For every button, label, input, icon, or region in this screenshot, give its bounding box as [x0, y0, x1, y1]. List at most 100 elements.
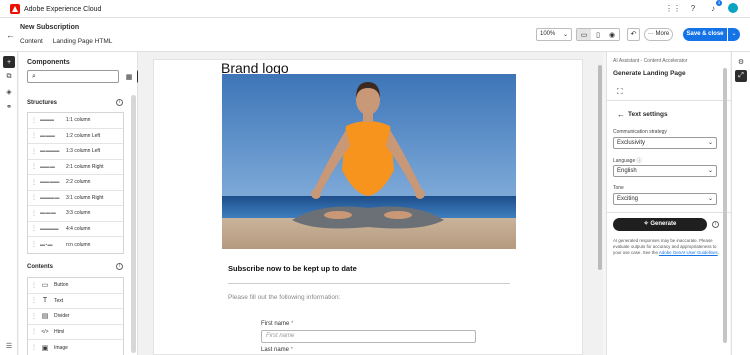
content-item-html[interactable]: ⋮ </> Html: [28, 325, 123, 340]
structure-label: 1:2 column Left: [66, 132, 101, 139]
zoom-select[interactable]: 100% ⌄: [536, 28, 572, 41]
genai-guidelines-link[interactable]: Adobe GenAI User Guidelines: [659, 250, 718, 255]
undo-button[interactable]: ↶: [627, 28, 640, 41]
components-scrollbar[interactable]: [131, 95, 136, 353]
first-name-field[interactable]: First name: [261, 330, 476, 343]
canvas-scrollbar[interactable]: [598, 65, 602, 270]
structure-item[interactable]: ⋮ ▬▬ ▬ 2:1 column Right: [28, 160, 123, 175]
drag-handle-icon[interactable]: ⋮: [31, 210, 37, 217]
language-label: Language ⓘ: [613, 157, 642, 164]
disclaimer-text: AI generated responses may be inaccurate…: [613, 238, 725, 256]
drag-handle-icon[interactable]: ⋮: [31, 117, 37, 124]
content-item-button[interactable]: ⋮ ▭ Button: [28, 278, 123, 294]
components-title: Components: [27, 59, 70, 66]
column-layout-icon: ▬ ▬▬: [40, 132, 55, 139]
drag-handle-icon[interactable]: ⋮: [31, 132, 37, 139]
settings-sliders-icon[interactable]: ⚙: [735, 56, 747, 68]
structures-list: ⋮ ▬▬▬ 1:1 column ⋮ ▬ ▬▬ 1:2 column Left ⋮ ▬ ▬…: [27, 112, 124, 254]
apps-grid-icon[interactable]: ⋮⋮: [665, 3, 681, 13]
layers-icon[interactable]: ◈: [3, 86, 15, 98]
divider: [607, 100, 731, 101]
structure-item[interactable]: ⋮ ▬ ▬▬▬ 1:3 column Left: [28, 144, 123, 160]
brand-name: Adobe Experience Cloud: [24, 5, 102, 13]
notifications-icon[interactable]: ♪ 3: [708, 0, 722, 13]
generate-label: Generate: [650, 221, 677, 227]
breadcrumb-landing-page[interactable]: Landing Page HTML: [53, 38, 113, 45]
language-select[interactable]: English ⌄: [613, 165, 717, 177]
undo-icon: ↶: [630, 31, 637, 38]
info-icon[interactable]: i: [116, 263, 123, 270]
content-label: Image: [54, 344, 68, 351]
image-icon: ▣: [41, 344, 49, 352]
ai-assistant-icon[interactable]: ⤢: [735, 70, 747, 82]
add-components-icon[interactable]: +: [3, 56, 15, 68]
first-name-label: First name *: [261, 321, 293, 327]
drag-handle-icon[interactable]: ⋮: [31, 179, 37, 186]
hero-image[interactable]: [222, 74, 516, 249]
info-icon[interactable]: i: [116, 99, 123, 106]
content-item-image[interactable]: ⋮ ▣ Image: [28, 340, 123, 355]
column-layout-icon: ▬ ▪ ▬: [40, 241, 53, 248]
mobile-view-icon[interactable]: ▯: [591, 29, 605, 40]
breadcrumb-content[interactable]: Content: [20, 38, 43, 45]
drag-handle-icon[interactable]: ⋮: [31, 297, 37, 304]
drag-handle-icon[interactable]: ⋮: [31, 313, 37, 320]
strategy-select[interactable]: Exclusivity ⌄: [613, 137, 717, 149]
content-label: Html: [54, 328, 65, 335]
drag-handle-icon[interactable]: ⋮: [31, 344, 37, 351]
info-icon[interactable]: i: [712, 221, 719, 228]
navigation-tree-icon[interactable]: ☰: [3, 340, 15, 352]
drag-handle-icon[interactable]: ⋮: [31, 241, 37, 248]
subscribe-heading[interactable]: Subscribe now to be kept up to date: [228, 264, 357, 273]
link-icon[interactable]: ⚭: [3, 101, 15, 113]
drag-handle-icon[interactable]: ⋮: [31, 163, 37, 170]
column-layout-icon: ▬▬▬: [40, 117, 54, 124]
content-label: Text: [54, 297, 64, 304]
generate-button[interactable]: ✧ Generate: [613, 218, 707, 231]
last-name-label: Last name *: [261, 347, 293, 353]
structure-item[interactable]: ⋮ ▬ ▬▬ 1:2 column Left: [28, 129, 123, 144]
drag-handle-icon[interactable]: ⋮: [31, 225, 37, 232]
components-search-input[interactable]: ⌕: [27, 70, 119, 83]
save-close-button[interactable]: Save & close: [683, 28, 727, 41]
drag-handle-icon[interactable]: ⋮: [31, 328, 37, 335]
structure-item[interactable]: ⋮ ▬ ▬ ▬ 3:3 column: [28, 206, 123, 222]
grid-view-icon[interactable]: ▦: [123, 70, 135, 83]
more-button[interactable]: ··· More: [644, 28, 673, 41]
info-icon[interactable]: ⓘ: [637, 158, 642, 164]
help-icon[interactable]: ?: [688, 3, 698, 13]
desktop-view-icon[interactable]: ▭: [577, 29, 591, 40]
avatar[interactable]: [728, 3, 738, 13]
drag-handle-icon[interactable]: ⋮: [31, 282, 37, 289]
column-layout-icon: ▬▬ ▬: [40, 163, 55, 170]
content-label: Button: [54, 282, 69, 289]
drag-handle-icon[interactable]: ⋮: [31, 194, 37, 201]
global-top-bar: Adobe Experience Cloud ⋮⋮ ? ♪ 3: [0, 0, 750, 18]
drag-handle-icon[interactable]: ⋮: [31, 148, 37, 155]
fullscreen-icon[interactable]: ⛶: [617, 87, 623, 97]
content-item-divider[interactable]: ⋮ ▤ Divider: [28, 309, 123, 325]
landing-page-preview: Brand logo Subscribe now to be kept up t…: [153, 59, 583, 355]
save-options-chevron-icon[interactable]: ⌄: [728, 28, 740, 41]
tone-select[interactable]: Exciting ⌄: [613, 193, 717, 205]
structure-item[interactable]: ⋮ ▬ ▪ ▬ n:n column: [28, 237, 123, 253]
fill-info-text[interactable]: Please fill out the following informatio…: [228, 294, 340, 301]
structure-item[interactable]: ⋮ ▬▬▬ ▬ 3:1 column Right: [28, 191, 123, 206]
brand[interactable]: Adobe Experience Cloud: [10, 4, 101, 14]
strategy-label: Communication strategy: [613, 129, 667, 135]
back-arrow-icon[interactable]: ←: [6, 30, 15, 40]
back-arrow-icon[interactable]: ←: [617, 110, 625, 119]
strategy-value: Exclusivity: [617, 140, 646, 146]
structure-item[interactable]: ⋮ ▬▬▬▬ 4:4 column: [28, 222, 123, 237]
sparkle-icon: ✧: [643, 221, 649, 227]
assistant-scrollbar[interactable]: [723, 68, 727, 343]
fragments-icon[interactable]: ⧉: [3, 71, 15, 83]
structure-label: 1:1 column: [66, 117, 91, 124]
content-item-text[interactable]: ⋮ T Text: [28, 294, 123, 309]
chevron-down-icon: ⌄: [707, 140, 713, 146]
structure-item[interactable]: ⋮ ▬▬ ▬▬ 2:2 column: [28, 175, 123, 191]
notification-badge: 3: [716, 0, 722, 6]
structure-item[interactable]: ⋮ ▬▬▬ 1:1 column: [28, 113, 123, 129]
preview-eye-icon[interactable]: ◉: [605, 29, 619, 40]
tone-label: Tone: [613, 185, 624, 191]
